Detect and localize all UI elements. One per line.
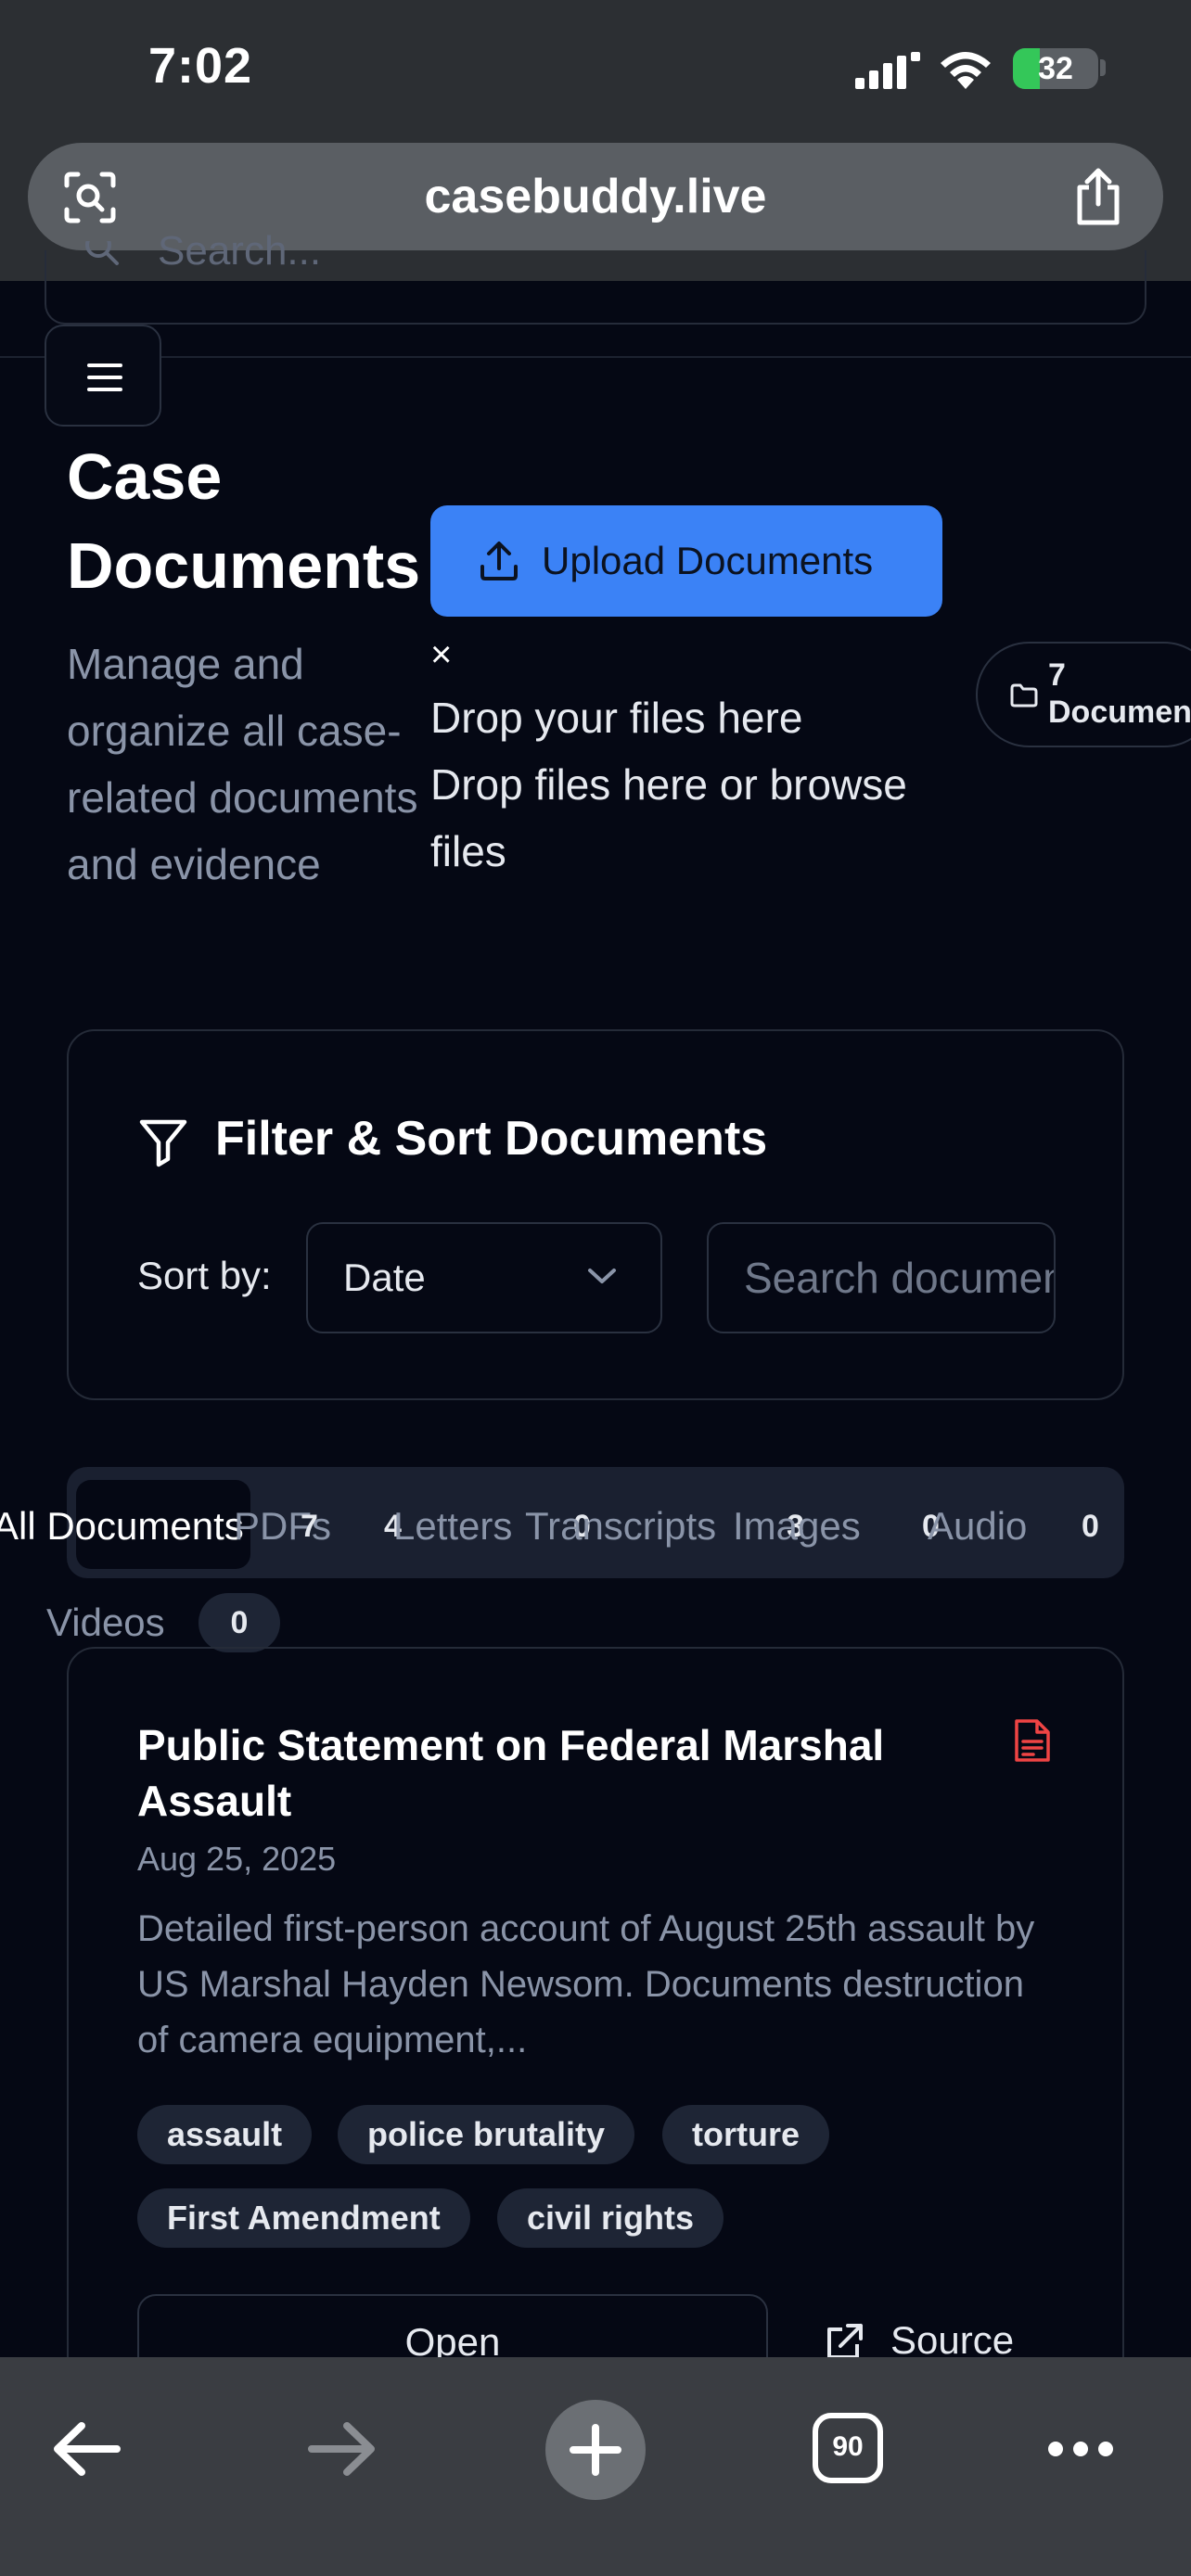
battery-nub [1100, 59, 1106, 76]
battery-indicator: 32 [1013, 48, 1098, 89]
tab-transcripts[interactable]: Transcripts [525, 1500, 716, 1552]
tag[interactable]: First Amendment [137, 2188, 470, 2248]
document-count-label: 7 Documents [1048, 657, 1191, 730]
status-bar: 7:02 32 [0, 0, 1191, 139]
drop-zone-hint: Drop files here or browse files [430, 760, 907, 875]
upload-icon [480, 542, 518, 580]
source-link[interactable]: Source [890, 2318, 1014, 2363]
tag[interactable]: civil rights [497, 2188, 724, 2248]
document-search-placeholder: Search documents... [744, 1254, 1054, 1302]
document-title[interactable]: Public Statement on Federal Marshal Assa… [137, 1717, 991, 1829]
upload-documents-button[interactable]: Upload Documents [430, 505, 942, 617]
document-description: Detailed first-person account of August … [137, 1908, 1035, 2060]
browser-toolbar: 90 [0, 2357, 1191, 2576]
page-subtitle: Manage and organize all case-related doc… [67, 640, 418, 888]
close-upload-button[interactable]: × [430, 632, 452, 677]
pdf-document-icon [1015, 1719, 1050, 1762]
filter-title: Filter & Sort Documents [215, 1112, 768, 1166]
tag[interactable]: assault [137, 2105, 313, 2164]
new-tab-button[interactable] [545, 2400, 646, 2500]
tab-all-documents[interactable]: All Documents [0, 1500, 244, 1552]
document-search-input[interactable]: Search documents... [707, 1222, 1056, 1333]
tabs-button[interactable]: 90 [813, 2413, 883, 2483]
sort-select[interactable]: Date [306, 1222, 662, 1333]
document-date: Aug 25, 2025 [137, 1840, 337, 1878]
tag[interactable]: torture [662, 2105, 829, 2164]
tab-videos[interactable]: Videos [46, 1597, 165, 1649]
drop-zone[interactable]: Drop your files here Drop files here or … [430, 684, 913, 885]
plus-icon [570, 2424, 621, 2476]
tab-letters[interactable]: Letters [393, 1500, 512, 1552]
share-icon[interactable] [1072, 167, 1124, 226]
back-arrow-icon[interactable] [52, 2417, 122, 2481]
wifi-icon [941, 52, 991, 89]
filter-sort-panel: Filter & Sort Documents Sort by: Date Se… [67, 1029, 1124, 1400]
filter-icon [139, 1119, 187, 1167]
chevron-down-icon [588, 1269, 616, 1283]
page-title: Case Documents [67, 440, 421, 602]
drop-zone-title: Drop your files here [430, 694, 803, 742]
header-divider [0, 356, 1191, 358]
global-search-placeholder: Search... [158, 228, 322, 274]
upload-documents-label: Upload Documents [542, 539, 874, 582]
forward-arrow-icon[interactable] [306, 2417, 377, 2481]
tab-pdfs-count: 7 [301, 1509, 318, 1544]
sort-label: Sort by: [137, 1254, 272, 1297]
folder-icon [1010, 683, 1038, 708]
document-count-badge: 7 Documents [976, 642, 1191, 747]
tab-next-count: 0 [1082, 1509, 1099, 1544]
hamburger-menu-icon [87, 363, 122, 391]
sort-value: Date [343, 1256, 426, 1299]
search-icon [85, 241, 119, 265]
more-icon[interactable] [1046, 2435, 1115, 2463]
global-search-field[interactable]: Search... [45, 228, 1146, 325]
battery-percent: 32 [1038, 51, 1073, 86]
tab-images[interactable]: Images [733, 1500, 861, 1552]
tab-audio[interactable]: Audio [928, 1500, 1027, 1552]
menu-button[interactable] [45, 325, 161, 427]
tab-videos-count: 0 [198, 1593, 280, 1652]
tag[interactable]: police brutality [338, 2105, 635, 2164]
status-time: 7:02 [148, 38, 253, 94]
cellular-signal-icon [855, 52, 920, 89]
